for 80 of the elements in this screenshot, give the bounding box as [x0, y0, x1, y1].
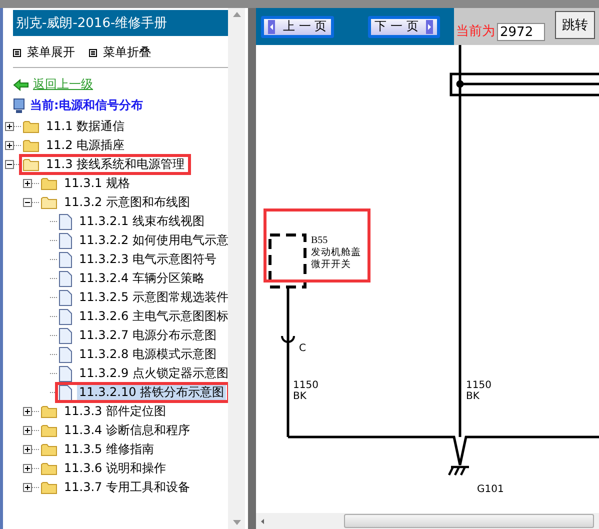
document-icon: [59, 346, 72, 362]
expand-icon[interactable]: [23, 483, 32, 492]
left-arrow-icon: [13, 78, 29, 90]
document-icon: [59, 328, 72, 344]
circuit-number: 1150: [293, 380, 318, 391]
ground-label: G101: [477, 484, 504, 495]
circuit-number: 1150: [466, 380, 492, 391]
connector-label: C: [299, 343, 306, 354]
connector-symbol: [281, 324, 295, 343]
tree-item[interactable]: 11.3.2.4 车辆分区策略: [77, 270, 206, 287]
horizontal-scrollbar[interactable]: [256, 513, 599, 529]
page-number-field[interactable]: 2972: [497, 23, 545, 41]
tree-item[interactable]: 11.3.6 说明和操作: [62, 460, 168, 477]
current-section: 当前:电源和信号分布: [30, 97, 143, 114]
tree-item[interactable]: 11.3.2.8 电源模式示意图: [77, 346, 218, 363]
folder-icon: [41, 405, 57, 418]
tree-item[interactable]: 11.3 接线系统和电源管理: [44, 156, 187, 173]
tree-item[interactable]: 11.3.1 规格: [62, 175, 132, 192]
tree-item[interactable]: 11.3.2.2 如何使用电气示意: [77, 232, 228, 249]
tree-item[interactable]: 11.3.2.1 线束布线视图: [77, 213, 206, 230]
collapse-icon[interactable]: [5, 160, 14, 169]
folder-icon: [41, 424, 57, 437]
scrollbar-thumb[interactable]: [344, 514, 594, 528]
expand-icon[interactable]: [23, 407, 32, 416]
collapse-icon[interactable]: [23, 198, 32, 207]
component-name: 发动机舱盖: [311, 247, 361, 258]
manual-title: 别克-威朗-2016-维修手册: [13, 10, 228, 36]
tree-item[interactable]: 11.3.2.3 电气示意图符号: [77, 251, 218, 268]
document-icon: [59, 308, 72, 324]
menu-action[interactable]: 菜单展开: [13, 44, 75, 61]
folder-icon: [41, 177, 57, 190]
splice-dot: [456, 80, 464, 88]
menu-action[interactable]: 菜单折叠: [89, 44, 151, 61]
list-icon: [89, 48, 97, 56]
expand-icon[interactable]: [23, 179, 32, 188]
previous-page-button[interactable]: 上 一 页: [261, 16, 334, 38]
list-icon: [13, 48, 21, 56]
expand-icon[interactable]: [23, 426, 32, 435]
folder-icon: [41, 462, 57, 475]
tree-item[interactable]: 11.3.2.7 电源分布示意图: [77, 327, 218, 344]
ground-icon: [448, 466, 470, 476]
tree-item[interactable]: 11.3.7 专用工具和设备: [62, 479, 192, 496]
wire-color-code: BK: [466, 391, 480, 402]
scroll-left-icon[interactable]: [261, 518, 264, 524]
expand-icon[interactable]: [23, 464, 32, 473]
tree-item[interactable]: 11.3.2.9 点火锁定器示意图: [77, 365, 228, 382]
tree-item[interactable]: 11.3.5 维修指南: [62, 441, 156, 458]
tree-item[interactable]: 11.1 数据通信: [44, 118, 127, 135]
back-link[interactable]: 返回上一级: [33, 76, 93, 93]
tree-item[interactable]: 11.3.2.10 搭铁分布示意图: [77, 384, 226, 401]
tree-item[interactable]: 11.3.2 示意图和布线图: [62, 194, 192, 211]
next-page-button[interactable]: 下 一 页: [368, 16, 440, 38]
component-code: B55: [311, 235, 328, 246]
jump-button[interactable]: 跳转: [555, 11, 595, 39]
tree-item[interactable]: 11.3.4 诊断信息和程序: [62, 422, 192, 439]
tree-item[interactable]: 11.3.3 部件定位图: [62, 403, 168, 420]
folder-icon: [41, 443, 57, 456]
component-symbol: [268, 234, 306, 288]
document-icon: [59, 232, 72, 248]
tree-item[interactable]: 11.3.2.5 示意图常规选装件: [77, 289, 228, 306]
component-name: 微开开关: [311, 259, 351, 270]
document-icon: [59, 252, 72, 268]
document-icon: [59, 366, 72, 382]
folder-icon: [41, 481, 57, 494]
document-icon: [59, 214, 72, 230]
computer-icon: [13, 98, 26, 114]
expand-icon[interactable]: [5, 122, 14, 131]
expand-icon[interactable]: [5, 141, 14, 150]
document-icon: [59, 270, 72, 286]
folder-icon: [23, 120, 39, 133]
document-icon: [59, 384, 72, 400]
folder-icon: [23, 158, 39, 171]
document-icon: [59, 290, 72, 306]
current-page-label: 当前为: [456, 23, 495, 40]
folder-icon: [23, 139, 39, 152]
tree-item[interactable]: 11.2 电源插座: [44, 137, 127, 154]
folder-icon: [41, 196, 57, 209]
tree-item[interactable]: 11.3.2.6 主电气示意图图标: [77, 308, 228, 325]
wire-color-code: BK: [293, 391, 306, 402]
expand-icon[interactable]: [23, 445, 32, 454]
